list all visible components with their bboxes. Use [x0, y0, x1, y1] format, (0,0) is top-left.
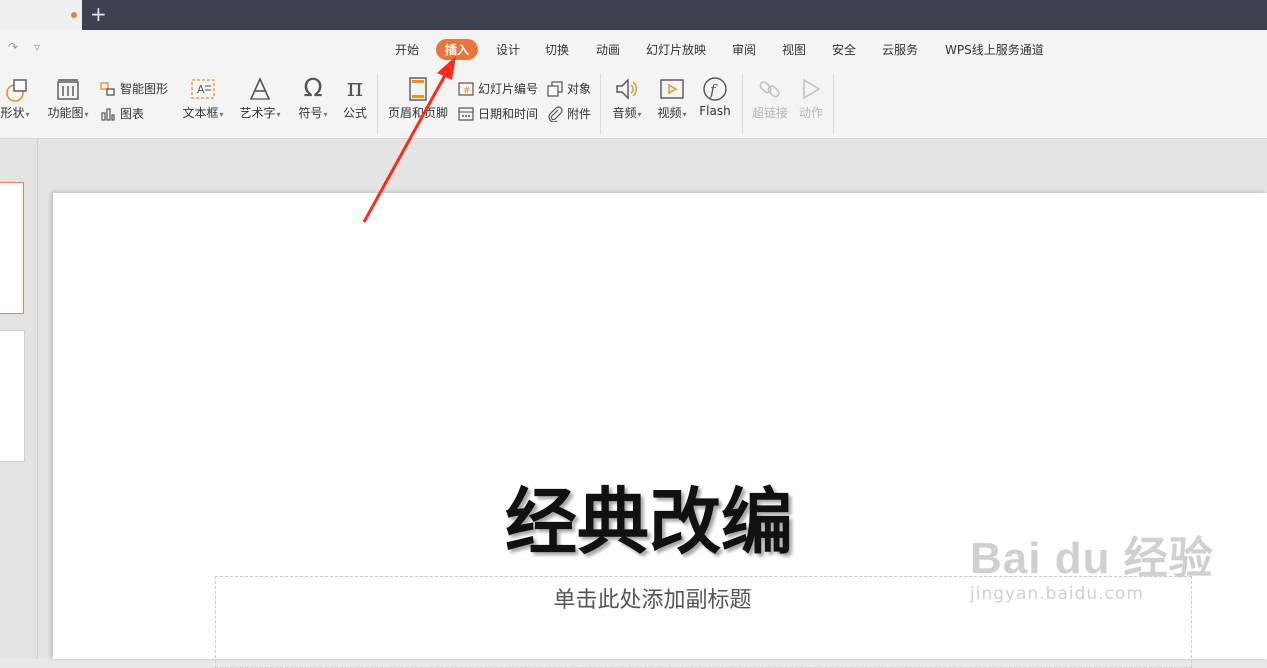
- new-tab-button[interactable]: +: [90, 3, 107, 25]
- textbox-icon: A: [191, 79, 215, 99]
- flash-icon: f: [703, 77, 727, 101]
- slide-thumbnail[interactable]: [0, 330, 25, 462]
- audio-button[interactable]: 音频▾: [608, 76, 646, 121]
- header-footer-button[interactable]: 页眉和页脚: [386, 76, 450, 121]
- svg-text:f: f: [709, 81, 718, 99]
- play-icon: [803, 78, 821, 100]
- smart-graphic-icon: [100, 81, 115, 96]
- redo-icon[interactable]: ↷: [8, 40, 18, 54]
- unsaved-dot-icon: [71, 12, 77, 18]
- link-icon: [759, 81, 780, 98]
- watermark-url: jingyan.baidu.com: [970, 584, 1144, 604]
- watermark-brand: Bai du 经验: [970, 534, 1214, 583]
- wordart-icon: [250, 77, 270, 100]
- pi-icon: π: [346, 73, 364, 102]
- ribbon-divider: [833, 74, 834, 134]
- menu-tab-animation[interactable]: 动画: [596, 41, 620, 58]
- slide-number-button[interactable]: # 幻灯片编号: [458, 80, 538, 97]
- shape-icon: [6, 79, 27, 102]
- svg-text:A: A: [197, 83, 205, 96]
- paperclip-icon: [548, 105, 563, 122]
- attachment-button[interactable]: 附件: [547, 105, 591, 122]
- wordart-button[interactable]: 艺术字▾: [237, 76, 283, 121]
- hyperlink-button[interactable]: 超链接: [749, 76, 791, 121]
- object-icon: [547, 80, 563, 97]
- menu-tab-cloud[interactable]: 云服务: [882, 41, 918, 58]
- quick-access-dropdown-icon[interactable]: ▿: [34, 40, 40, 54]
- document-tab[interactable]: [0, 0, 82, 30]
- slide-thumbnail-selected[interactable]: [0, 182, 24, 314]
- smart-graphic-button[interactable]: 智能图形: [100, 80, 168, 97]
- menu-tab-security[interactable]: 安全: [832, 41, 856, 58]
- menu-tab-view[interactable]: 视图: [782, 41, 806, 58]
- menu-tab-insert[interactable]: 插入: [436, 39, 479, 60]
- ribbon-divider: [377, 74, 378, 134]
- symbol-button[interactable]: Ω 符号▾: [295, 74, 331, 121]
- function-graph-icon: [57, 79, 79, 100]
- date-time-button[interactable]: 日期和时间: [458, 105, 538, 122]
- menu-bar: ↷ ▿ 开始 插入 设计 切换 动画 幻灯片放映 审阅 视图 安全 云服务 WP…: [0, 30, 1267, 68]
- ribbon-divider: [600, 74, 601, 134]
- speaker-icon: [616, 78, 637, 100]
- menu-tab-home[interactable]: 开始: [395, 41, 419, 58]
- tab-strip: +: [0, 0, 1267, 30]
- menu-tab-transition[interactable]: 切换: [545, 41, 569, 58]
- function-graph-button[interactable]: 功能图▾: [44, 76, 92, 121]
- formula-button[interactable]: π 公式: [340, 74, 370, 121]
- chart-button[interactable]: 图表: [100, 105, 144, 122]
- header-footer-icon: [409, 77, 427, 101]
- calendar-icon: [458, 106, 474, 121]
- object-button[interactable]: 对象: [547, 80, 591, 97]
- svg-text:#: #: [463, 86, 471, 96]
- menu-tab-slideshow[interactable]: 幻灯片放映: [646, 41, 706, 58]
- video-icon: [660, 79, 684, 99]
- shape-button[interactable]: 形状▾: [0, 76, 34, 121]
- textbox-button[interactable]: A 文本框▾: [180, 76, 226, 121]
- menu-tab-review[interactable]: 审阅: [732, 41, 756, 58]
- ribbon-divider: [742, 74, 743, 134]
- chart-icon: [101, 107, 115, 121]
- slide-number-icon: #: [458, 81, 474, 96]
- menu-tab-wps-online[interactable]: WPS线上服务通道: [945, 41, 1044, 58]
- video-button[interactable]: 视频▾: [653, 76, 691, 121]
- omega-icon: Ω: [303, 73, 323, 102]
- menu-tab-design[interactable]: 设计: [496, 41, 520, 58]
- ribbon-insert: 形状▾ 功能图▾ 智能图形 图表 A 文本框▾ 艺术字▾ Ω 符号▾ π 公式 …: [0, 68, 1267, 139]
- watermark: Bai du 经验 jingyan.baidu.com: [970, 522, 1214, 604]
- action-button[interactable]: 动作: [796, 76, 826, 121]
- flash-button[interactable]: f Flash: [698, 76, 732, 118]
